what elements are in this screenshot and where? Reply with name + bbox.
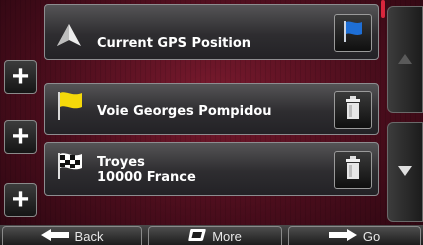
add-waypoint-button-3[interactable]: + xyxy=(4,183,37,217)
back-label: Back xyxy=(74,228,104,244)
yellow-flag-icon xyxy=(56,90,84,127)
more-icon xyxy=(188,228,206,245)
add-waypoint-button-2[interactable]: + xyxy=(4,120,37,154)
waypoint-row-current-gps[interactable]: Current GPS Position xyxy=(44,4,379,60)
waypoint-postcode-label: 10000 France xyxy=(97,170,196,185)
navigation-arrow-icon xyxy=(56,23,82,52)
arrow-left-icon xyxy=(40,228,69,244)
plus-icon: + xyxy=(11,120,30,153)
waypoint-city-label: Troyes xyxy=(97,155,145,170)
blue-flag-icon xyxy=(341,19,365,48)
add-waypoint-button-1[interactable]: + xyxy=(4,60,37,94)
checkered-flag-icon xyxy=(56,151,84,186)
waypoint-row-voie-georges-pompidou[interactable]: Voie Georges Pompidou xyxy=(44,83,379,135)
go-label: Go xyxy=(362,228,381,244)
more-label: More xyxy=(212,228,242,244)
scroll-up-button[interactable] xyxy=(387,6,423,113)
plus-icon: + xyxy=(11,60,30,93)
trash-icon xyxy=(345,95,361,125)
waypoint-row-troyes[interactable]: Troyes 10000 France xyxy=(44,142,379,196)
scroll-down-button[interactable] xyxy=(387,122,423,222)
waypoint-label: Voie Georges Pompidou xyxy=(97,104,272,119)
waypoint-label: Current GPS Position xyxy=(97,36,252,51)
triangle-up-icon xyxy=(398,51,412,69)
more-button[interactable]: More xyxy=(148,226,282,245)
arrow-right-icon xyxy=(328,228,357,244)
delete-waypoint-button[interactable] xyxy=(334,91,372,129)
delete-waypoint-button[interactable] xyxy=(334,151,372,189)
back-button[interactable]: Back xyxy=(2,226,142,245)
set-destination-button[interactable] xyxy=(334,14,372,52)
plus-icon: + xyxy=(11,183,30,216)
scroll-position-marker xyxy=(381,0,385,18)
triangle-down-icon xyxy=(398,163,412,181)
go-button[interactable]: Go xyxy=(288,226,421,245)
trash-icon xyxy=(345,155,361,185)
